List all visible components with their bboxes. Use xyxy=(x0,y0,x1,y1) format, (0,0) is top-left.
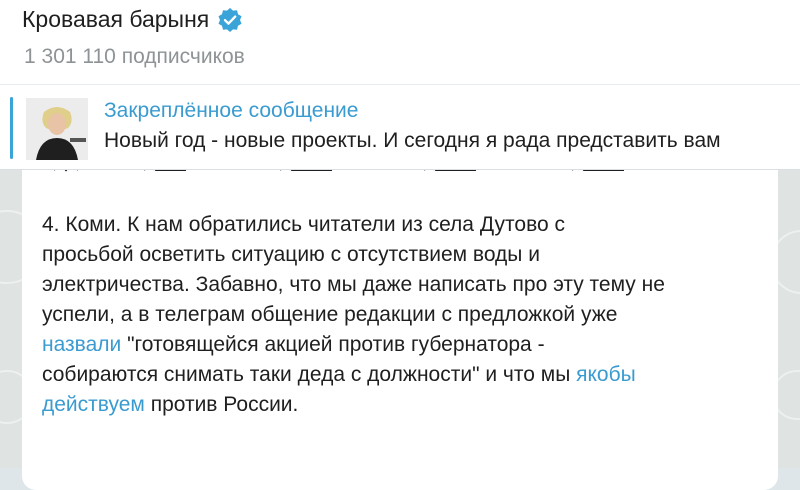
channel-header[interactable]: Кровавая барыня 1 301 110 подписчиков xyxy=(0,0,800,84)
message-line: действуем против России. xyxy=(42,390,762,420)
message-line: электричества. Забавно, что мы даже напи… xyxy=(42,273,665,296)
message-text-fragment: "готовящейся акцией против губернатора - xyxy=(121,333,545,356)
message-line: 4. Коми. К нам обратились читатели из се… xyxy=(42,213,566,236)
verified-badge-icon xyxy=(217,7,243,33)
pinned-accent-bar xyxy=(10,97,13,159)
message-text-fragment: против России. xyxy=(144,393,299,416)
channel-title-row: Кровавая барыня xyxy=(22,6,243,33)
link-yakoby[interactable]: якобы xyxy=(576,363,636,386)
subscriber-count: 1 301 110 подписчиков xyxy=(24,45,245,68)
channel-title: Кровавая барыня xyxy=(22,6,210,32)
pinned-message-bar[interactable]: Закреплённое сообщение Новый год - новые… xyxy=(0,84,800,170)
message-text-fragment: собираются снимать таки деда с должности… xyxy=(42,363,577,386)
message-line: собираются снимать таки деда с должности… xyxy=(42,360,762,390)
pinned-text: Новый год - новые проекты. И сегодня я р… xyxy=(104,129,721,152)
pinned-label: Закреплённое сообщение xyxy=(104,99,359,122)
link-deystvuem[interactable]: действуем xyxy=(42,393,145,416)
message-line: назвали "готовящейся акцией против губер… xyxy=(42,330,762,360)
message-bubble: 4. Коми. К нам обратились читатели из се… xyxy=(22,150,778,490)
message-line: успели, а в телеграм общение редакции с … xyxy=(42,303,618,326)
message-text: 4. Коми. К нам обратились читатели из се… xyxy=(42,210,762,420)
pinned-thumbnail xyxy=(26,98,88,160)
message-line: просьбой осветить ситуацию с отсутствием… xyxy=(42,243,540,266)
link-nazvali[interactable]: назвали xyxy=(42,333,121,356)
